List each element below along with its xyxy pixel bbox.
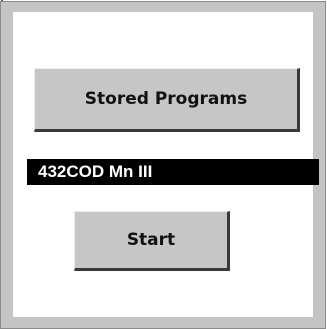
selected-program-display: 432 COD Mn III: [27, 159, 319, 185]
program-number: 432: [38, 162, 67, 181]
window-frame: Stored Programs 432 COD Mn III Start: [0, 1, 326, 329]
stored-programs-button[interactable]: Stored Programs: [34, 68, 300, 132]
start-button[interactable]: Start: [74, 211, 230, 271]
program-name: COD Mn III: [66, 162, 153, 181]
main-panel: Stored Programs 432 COD Mn III Start: [13, 12, 319, 317]
